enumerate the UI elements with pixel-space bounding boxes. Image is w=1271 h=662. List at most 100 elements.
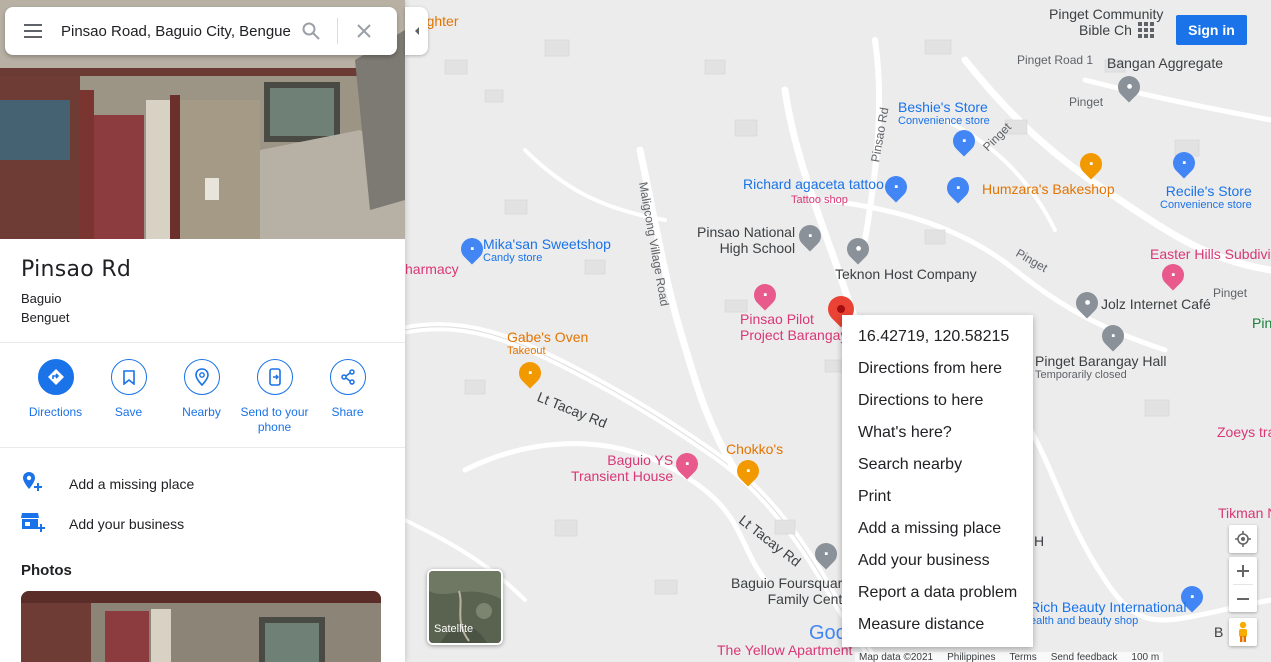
photos-heading: Photos (21, 562, 72, 579)
plus-icon (1237, 564, 1249, 577)
add-business-icon (21, 511, 69, 538)
save-label: Save (114, 405, 143, 419)
my-location-button[interactable] (1229, 525, 1257, 553)
directions-button[interactable]: Directions (19, 359, 92, 435)
photo-thumbnail-image (21, 591, 381, 662)
scale-label[interactable]: 100 m (1131, 652, 1159, 662)
crosshair-icon (1235, 531, 1251, 547)
directions-icon (37, 359, 74, 395)
poi-gabe[interactable]: Gabe's Oven Takeout (507, 329, 588, 358)
ctx-whats-here[interactable]: What's here? (842, 417, 1033, 449)
ctx-add-missing-place[interactable]: Add a missing place (842, 513, 1033, 545)
share-icon (329, 359, 366, 395)
zoom-controls (1229, 557, 1257, 612)
send-to-phone-icon (256, 359, 293, 395)
ctx-search-nearby[interactable]: Search nearby (842, 449, 1033, 481)
poi-chokko[interactable]: Chokko's (726, 441, 783, 457)
place-name: Pinsao Rd (21, 257, 132, 282)
add-place-icon (21, 471, 69, 498)
clear-search-button[interactable] (344, 7, 384, 55)
poi-pin-edge[interactable]: Pin (1252, 315, 1271, 331)
save-button[interactable]: Save (92, 359, 165, 435)
nearby-button[interactable]: Nearby (165, 359, 238, 435)
map-canvas[interactable]: aughter Pinget Community Bible Ch Pinget… (405, 0, 1271, 662)
search-button[interactable] (291, 7, 331, 55)
road-pinget-a: Pinget (1069, 95, 1104, 109)
nearby-icon (183, 359, 220, 395)
hamburger-icon (24, 24, 42, 38)
ctx-coordinates[interactable]: 16.42719, 120.58215 (842, 321, 1033, 353)
map-context-menu: 16.42719, 120.58215 Directions from here… (842, 315, 1033, 647)
apps-grid-icon[interactable] (1136, 20, 1156, 40)
ctx-directions-to-here[interactable]: Directions to here (842, 385, 1033, 417)
send-feedback-link[interactable]: Send feedback (1051, 652, 1118, 662)
place-province: Benguet (21, 310, 70, 325)
poi-richard-sub: Tattoo shop (791, 194, 848, 206)
poi-tikman[interactable]: Tikman N (1218, 505, 1271, 521)
menu-icon[interactable] (5, 7, 61, 55)
photo-thumbnail[interactable] (21, 591, 381, 662)
search-divider (337, 18, 338, 44)
send-to-phone-label: Send to your phone (240, 405, 309, 434)
collapse-panel-button[interactable] (405, 7, 428, 55)
street-view-pegman-button[interactable] (1229, 618, 1257, 646)
poi-bible-church[interactable]: Bible Ch (1079, 22, 1132, 38)
satellite-label: Satellite (434, 623, 474, 635)
road-pinget-d: Pinget (1213, 286, 1248, 300)
road-pinget-road-1: Pinget Road 1 (1017, 53, 1094, 67)
poi-pinget-brgy[interactable]: Pinget Barangay Hall Temporarily closed (1035, 353, 1167, 382)
poi-b-letter: B (1214, 624, 1224, 640)
poi-pharmacy[interactable]: harmacy (405, 261, 459, 277)
poi-mikasan[interactable]: Mika'san Sweetshop Candy store (483, 236, 611, 265)
add-your-business-label: Add your business (69, 516, 185, 532)
poi-pinsao-hs[interactable]: Pinsao National High School (697, 224, 795, 256)
poi-recile[interactable]: Recile's Store Convenience store (1160, 183, 1252, 212)
ctx-print[interactable]: Print (842, 481, 1033, 513)
share-button[interactable]: Share (311, 359, 384, 435)
place-hero-photo[interactable] (0, 0, 405, 239)
pegman-icon (1239, 621, 1247, 642)
ctx-add-your-business[interactable]: Add your business (842, 545, 1033, 577)
share-label: Share (331, 405, 364, 419)
poi-easter[interactable]: Easter Hills Subdivi (1150, 246, 1271, 262)
place-header: Pinsao Rd Baguio Benguet (0, 239, 405, 324)
add-missing-place-row[interactable]: Add a missing place (0, 464, 405, 504)
ctx-directions-from-here[interactable]: Directions from here (842, 353, 1033, 385)
send-to-phone-button[interactable]: Send to your phone (238, 359, 311, 435)
place-side-panel: Pinsao Rd Baguio Benguet Directions Save… (0, 0, 405, 662)
terms-link[interactable]: Terms (1009, 652, 1036, 662)
poi-beshie[interactable]: Beshie's Store Convenience store (898, 99, 990, 128)
chevron-left-icon (414, 27, 419, 35)
poi-baguio-ys[interactable]: Baguio YS Transient House (571, 452, 673, 484)
poi-bangan[interactable]: Bangan Aggregate (1107, 55, 1223, 71)
nearby-label: Nearby (182, 405, 221, 419)
zoom-in-button[interactable] (1229, 557, 1257, 584)
close-icon (357, 24, 371, 38)
poi-richard[interactable]: Richard agaceta tattoo (743, 176, 884, 192)
directions-label: Directions (28, 405, 83, 419)
zoom-out-button[interactable] (1229, 585, 1257, 612)
search-input[interactable] (61, 22, 291, 40)
poi-humzara[interactable]: Humzara's Bakeshop (982, 181, 1115, 197)
map-data-attribution: Map data ©2021 (859, 652, 934, 662)
poi-zoeys[interactable]: Zoeys trans (1217, 424, 1271, 440)
sign-in-button[interactable]: Sign in (1176, 15, 1247, 45)
action-buttons: Directions Save Nearby Send to your phon… (0, 343, 405, 447)
ctx-report-data-problem[interactable]: Report a data problem (842, 577, 1033, 609)
country-link[interactable]: Philippines (947, 652, 995, 662)
add-missing-place-label: Add a missing place (69, 476, 195, 492)
place-city: Baguio (21, 291, 62, 306)
satellite-layer-toggle[interactable]: Satellite (427, 569, 503, 645)
poi-jolz[interactable]: Jolz Internet Café (1101, 296, 1211, 312)
add-your-business-row[interactable]: Add your business (0, 504, 405, 544)
poi-rich-beauty[interactable]: Rich Beauty International ealth and beaut… (1030, 599, 1186, 628)
poi-teknon[interactable]: Teknon Host Company (835, 266, 977, 282)
poi-yellow-apt[interactable]: The Yellow Apartment (717, 642, 852, 658)
poi-h-letter: H (1034, 533, 1045, 549)
ctx-measure-distance[interactable]: Measure distance (842, 609, 1033, 641)
search-bar (5, 7, 397, 55)
contribute-list: Add a missing place Add your business (0, 448, 405, 544)
minus-icon (1237, 597, 1249, 600)
poi-foursquare[interactable]: Baguio Foursquare Family Cente (731, 575, 850, 607)
bookmark-icon (110, 359, 147, 395)
